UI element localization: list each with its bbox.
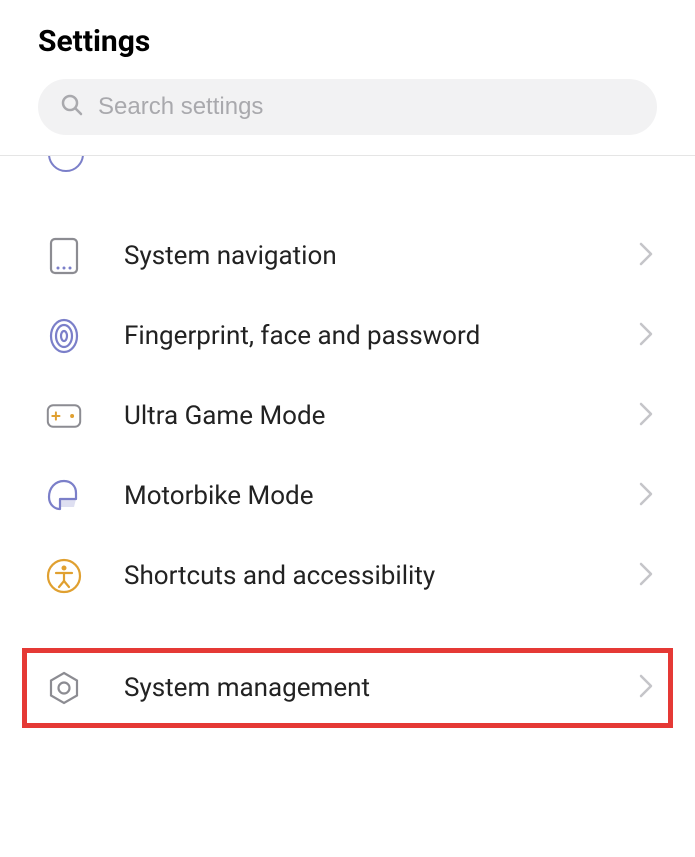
item-label: Motorbike Mode xyxy=(124,481,597,511)
chevron-right-icon xyxy=(639,242,653,270)
accessibility-icon xyxy=(46,558,82,594)
gear-hex-icon xyxy=(46,670,82,706)
fingerprint-icon xyxy=(46,318,82,354)
item-label: System management xyxy=(124,673,597,703)
chevron-right-icon xyxy=(639,482,653,510)
page-title: Settings xyxy=(38,24,657,59)
page-header: Settings xyxy=(0,0,695,79)
search-input[interactable] xyxy=(98,93,635,121)
phone-nav-icon xyxy=(46,238,82,274)
search-box[interactable] xyxy=(38,79,657,135)
chevron-right-icon xyxy=(639,674,653,702)
helmet-icon xyxy=(46,478,82,514)
gamepad-icon xyxy=(46,398,82,434)
item-motorbike-mode[interactable]: Motorbike Mode xyxy=(0,456,695,536)
chevron-right-icon xyxy=(639,322,653,350)
partial-icon xyxy=(48,156,84,172)
search-container xyxy=(0,79,695,155)
settings-list: System navigation Fingerprint, face and … xyxy=(0,176,695,728)
item-ultra-game-mode[interactable]: Ultra Game Mode xyxy=(0,376,695,456)
item-label: System navigation xyxy=(124,241,597,271)
chevron-right-icon xyxy=(639,562,653,590)
search-icon xyxy=(60,93,84,121)
chevron-right-icon xyxy=(639,402,653,430)
spacer xyxy=(0,616,695,648)
item-system-navigation[interactable]: System navigation xyxy=(0,216,695,296)
item-shortcuts-accessibility[interactable]: Shortcuts and accessibility xyxy=(0,536,695,616)
item-fingerprint-face-password[interactable]: Fingerprint, face and password xyxy=(0,296,695,376)
item-label: Fingerprint, face and password xyxy=(124,321,597,351)
item-system-management[interactable]: System management xyxy=(22,648,673,728)
partial-cutoff-item xyxy=(0,156,695,176)
item-label: Ultra Game Mode xyxy=(124,401,597,431)
item-label: Shortcuts and accessibility xyxy=(124,561,597,591)
